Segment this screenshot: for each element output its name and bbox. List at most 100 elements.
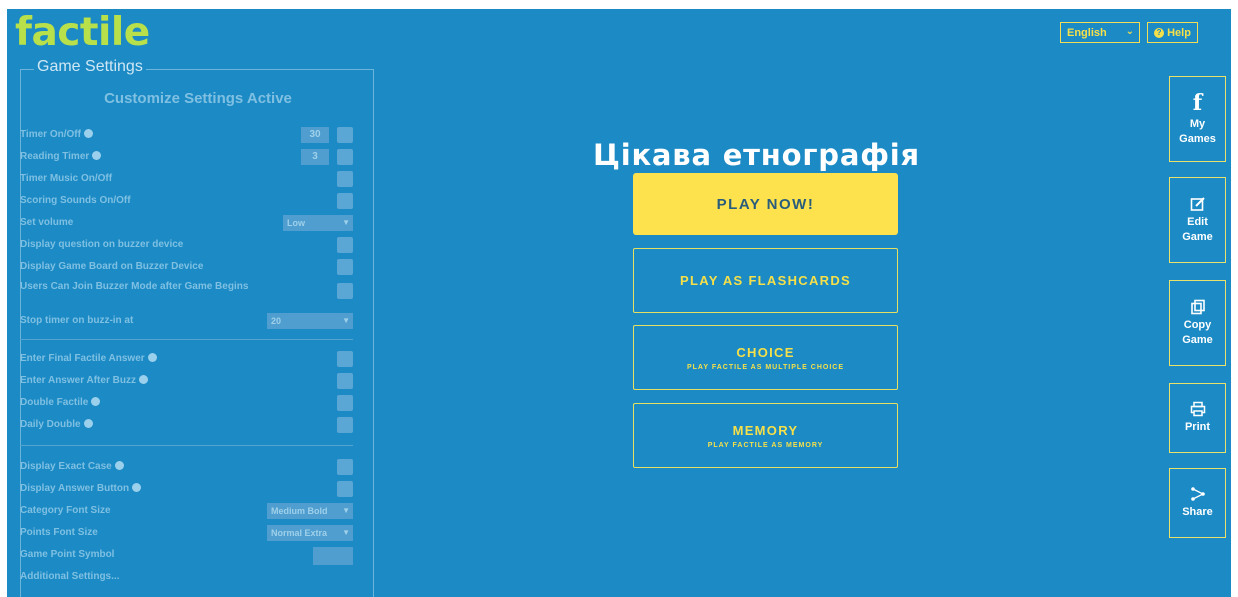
scoring-sounds-checkbox[interactable] — [337, 193, 353, 209]
app-stage: factile English ⌄ ? Help f My Games Edit… — [7, 9, 1231, 597]
info-icon[interactable] — [114, 461, 124, 470]
customize-settings-heading: Customize Settings Active — [104, 90, 292, 107]
info-icon[interactable] — [83, 129, 93, 138]
chevron-down-icon: ▼ — [342, 316, 350, 325]
setting-label: Points Font Size — [20, 527, 98, 538]
memory-button[interactable]: MEMORY PLAY FACTILE AS MEMORY — [633, 403, 898, 468]
timer-seconds-input[interactable]: 30 — [301, 127, 329, 143]
setting-label: Daily Double — [20, 419, 81, 430]
category-font-select[interactable]: Medium Bold ▼ — [267, 503, 353, 519]
timer-onoff-checkbox[interactable] — [337, 127, 353, 143]
points-font-value: Normal Extra — [271, 528, 328, 538]
setting-label: Display Answer Button — [20, 483, 130, 494]
setting-volume: Set volume Low ▼ — [20, 215, 353, 233]
info-icon[interactable] — [147, 353, 157, 362]
setting-answer-after-buzz: Enter Answer After Buzz — [20, 373, 353, 391]
edit-game-button[interactable]: Edit Game — [1169, 177, 1226, 263]
setting-label: Category Font Size — [20, 505, 111, 516]
setting-category-font: Category Font Size Medium Bold ▼ — [20, 503, 353, 521]
copy-game-button[interactable]: Copy Game — [1169, 280, 1226, 366]
chevron-down-icon: ▼ — [342, 528, 350, 537]
share-icon — [1190, 486, 1206, 502]
info-icon[interactable] — [83, 419, 93, 428]
info-icon[interactable] — [91, 397, 101, 406]
share-label: Share — [1182, 506, 1213, 519]
separator — [20, 445, 353, 446]
my-games-label-1: My — [1189, 117, 1206, 130]
info-icon[interactable] — [138, 375, 148, 384]
board-on-buzzer-checkbox[interactable] — [337, 259, 353, 275]
facebook-icon: f — [1192, 89, 1203, 116]
chevron-down-icon: ▼ — [342, 218, 350, 227]
factile-logo[interactable]: factile — [15, 13, 150, 52]
choice-button[interactable]: CHOICE PLAY FACTILE AS MULTIPLE CHOICE — [633, 325, 898, 390]
reading-timer-checkbox[interactable] — [337, 149, 353, 165]
choice-subtitle: PLAY FACTILE AS MULTIPLE CHOICE — [686, 363, 844, 371]
edit-game-label-2: Game — [1182, 230, 1213, 243]
volume-select[interactable]: Low ▼ — [283, 215, 353, 231]
setting-label: Enter Answer After Buzz — [20, 375, 136, 386]
setting-exact-case: Display Exact Case — [20, 459, 353, 477]
edit-icon — [1190, 196, 1206, 212]
memory-label: MEMORY — [732, 422, 799, 438]
stop-timer-value: 20 — [271, 316, 282, 326]
question-circle-icon: ? — [1154, 27, 1165, 38]
setting-reading-timer: Reading Timer 3 — [20, 149, 353, 167]
help-button[interactable]: ? Help — [1147, 22, 1198, 43]
info-icon[interactable] — [92, 151, 102, 160]
setting-join-after-begin: Users Can Join Buzzer Mode after Game Be… — [20, 279, 353, 307]
volume-value: Low — [287, 218, 305, 228]
question-on-buzzer-checkbox[interactable] — [337, 237, 353, 253]
setting-final-factile: Enter Final Factile Answer — [20, 351, 353, 369]
copy-game-label-1: Copy — [1183, 318, 1212, 331]
info-icon[interactable] — [132, 483, 142, 492]
setting-label: Users Can Join Buzzer Mode after Game Be… — [20, 281, 249, 292]
setting-label: Enter Final Factile Answer — [20, 353, 145, 364]
language-select[interactable]: English ⌄ — [1060, 22, 1140, 43]
my-games-label-2: Games — [1179, 132, 1216, 145]
additional-settings-link[interactable]: Additional Settings... — [20, 571, 280, 582]
print-icon — [1190, 401, 1206, 417]
stop-timer-select[interactable]: 20 ▼ — [267, 313, 353, 329]
answer-button-checkbox[interactable] — [337, 481, 353, 497]
setting-label: Scoring Sounds On/Off — [20, 195, 131, 206]
setting-label: Timer Music On/Off — [20, 173, 113, 184]
setting-double-factile: Double Factile — [20, 395, 353, 413]
setting-label: Display question on buzzer device — [20, 239, 184, 250]
join-after-begin-checkbox[interactable] — [337, 283, 353, 299]
memory-subtitle: PLAY FACTILE AS MEMORY — [707, 441, 824, 449]
play-as-flashcards-button[interactable]: PLAY AS FLASHCARDS — [633, 248, 898, 313]
setting-label: Set volume — [20, 217, 74, 228]
points-font-select[interactable]: Normal Extra ▼ — [267, 525, 353, 541]
setting-points-font: Points Font Size Normal Extra ▼ — [20, 525, 353, 543]
setting-stop-timer: Stop timer on buzz-in at 20 ▼ — [20, 313, 353, 331]
setting-daily-double: Daily Double — [20, 417, 353, 435]
separator — [20, 339, 353, 340]
print-label: Print — [1184, 421, 1211, 434]
my-games-button[interactable]: f My Games — [1169, 76, 1226, 162]
daily-double-checkbox[interactable] — [337, 417, 353, 433]
exact-case-checkbox[interactable] — [337, 459, 353, 475]
setting-timer-music: Timer Music On/Off — [20, 171, 353, 189]
setting-label: Display Game Board on Buzzer Device — [20, 261, 204, 272]
chevron-down-icon: ▼ — [342, 506, 350, 515]
language-value: English — [1067, 26, 1107, 39]
setting-board-on-buzzer: Display Game Board on Buzzer Device — [20, 259, 353, 277]
play-now-button[interactable]: PLAY NOW! — [633, 173, 898, 235]
setting-question-on-buzzer: Display question on buzzer device — [20, 237, 353, 255]
setting-label: Display Exact Case — [20, 461, 112, 472]
answer-after-buzz-checkbox[interactable] — [337, 373, 353, 389]
share-button[interactable]: Share — [1169, 468, 1226, 538]
final-factile-checkbox[interactable] — [337, 351, 353, 367]
double-factile-checkbox[interactable] — [337, 395, 353, 411]
setting-point-symbol: Game Point Symbol — [20, 547, 353, 565]
setting-label: Double Factile — [20, 397, 89, 408]
chevron-down-icon: ⌄ — [1125, 26, 1134, 37]
help-label: Help — [1167, 26, 1191, 39]
setting-label: Game Point Symbol — [20, 549, 115, 560]
point-symbol-input[interactable] — [313, 547, 353, 565]
setting-timer-onoff: Timer On/Off 30 — [20, 127, 353, 145]
print-button[interactable]: Print — [1169, 383, 1226, 453]
reading-timer-input[interactable]: 3 — [301, 149, 329, 165]
timer-music-checkbox[interactable] — [337, 171, 353, 187]
